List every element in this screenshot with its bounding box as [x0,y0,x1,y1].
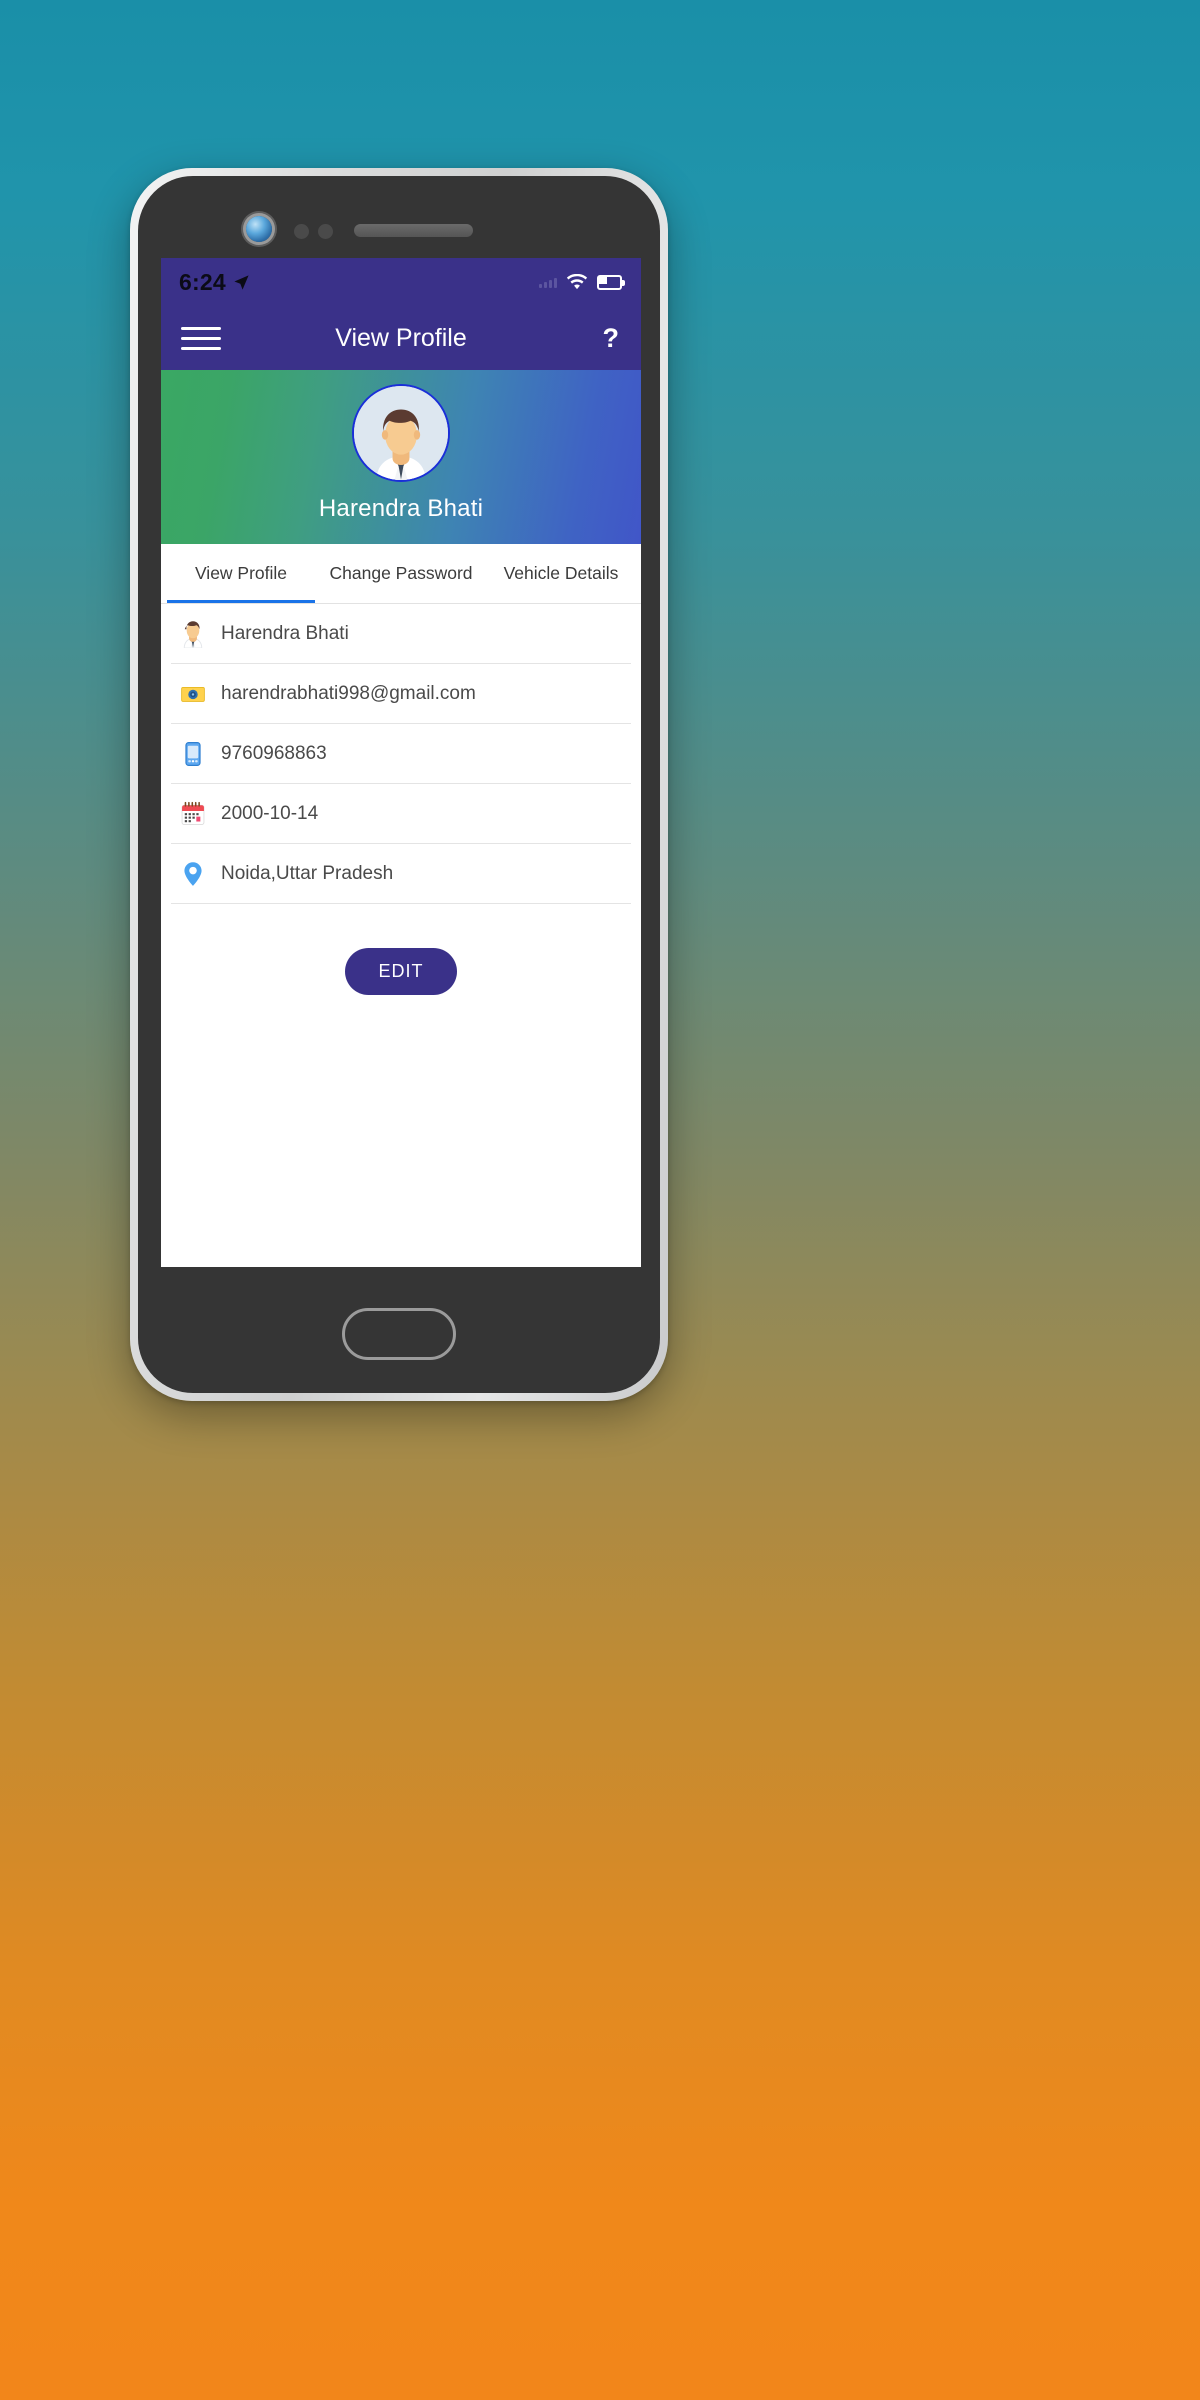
email-value: harendrabhati998@gmail.com [221,682,476,704]
tab-bar: View Profile Change Password Vehicle Det… [161,544,641,604]
wifi-icon [566,274,588,290]
phone-mockup: 6:24 View Profile ? Harendra Bhati View … [130,168,668,1401]
hamburger-menu-icon[interactable] [181,327,221,350]
front-camera-icon [246,216,272,242]
list-item: harendrabhati998@gmail.com [171,664,631,724]
phone-screen: 6:24 View Profile ? Harendra Bhati View … [161,258,641,1267]
signal-dots-icon [539,277,557,288]
phone-bezel: 6:24 View Profile ? Harendra Bhati View … [138,176,660,1393]
status-left-group: 6:24 [179,269,250,296]
tab-change-password[interactable]: Change Password [321,544,481,603]
location-arrow-icon [234,275,249,290]
profile-detail-list: Harendra Bhati harendrabhati998@gmail.co… [161,604,641,904]
dob-value: 2000-10-14 [221,802,319,824]
tab-vehicle-details[interactable]: Vehicle Details [481,544,641,603]
list-item: 9760968863 [171,724,631,784]
help-icon[interactable]: ? [603,325,620,352]
tab-view-profile[interactable]: View Profile [161,544,321,603]
edit-button[interactable]: EDIT [345,948,457,995]
status-time: 6:24 [179,269,226,295]
status-right-group [539,274,625,291]
battery-icon [597,275,625,290]
calendar-icon [181,801,205,825]
user-avatar-icon[interactable] [352,384,450,482]
phone-value: 9760968863 [221,742,327,764]
content-filler [161,995,641,1267]
status-bar: 6:24 [161,258,641,307]
page-title: View Profile [335,324,467,352]
list-item: Harendra Bhati [171,604,631,664]
phone-icon [185,741,201,766]
email-icon [181,686,205,702]
profile-name-value: Harendra Bhati [221,622,349,644]
edit-button-container: EDIT [161,904,641,995]
proximity-sensor-icon [294,224,309,239]
location-pin-icon [184,861,202,886]
home-button[interactable] [342,1308,456,1360]
app-bar: View Profile ? [161,307,641,370]
location-value: Noida,Uttar Pradesh [221,862,394,884]
light-sensor-icon [318,224,333,239]
list-item: Noida,Uttar Pradesh [171,844,631,904]
avatar-illustration [354,386,448,480]
list-item: 2000-10-14 [171,784,631,844]
profile-banner: Harendra Bhati [161,370,641,544]
person-icon [183,620,203,648]
earpiece-speaker [354,224,473,237]
profile-name: Harendra Bhati [318,495,484,522]
